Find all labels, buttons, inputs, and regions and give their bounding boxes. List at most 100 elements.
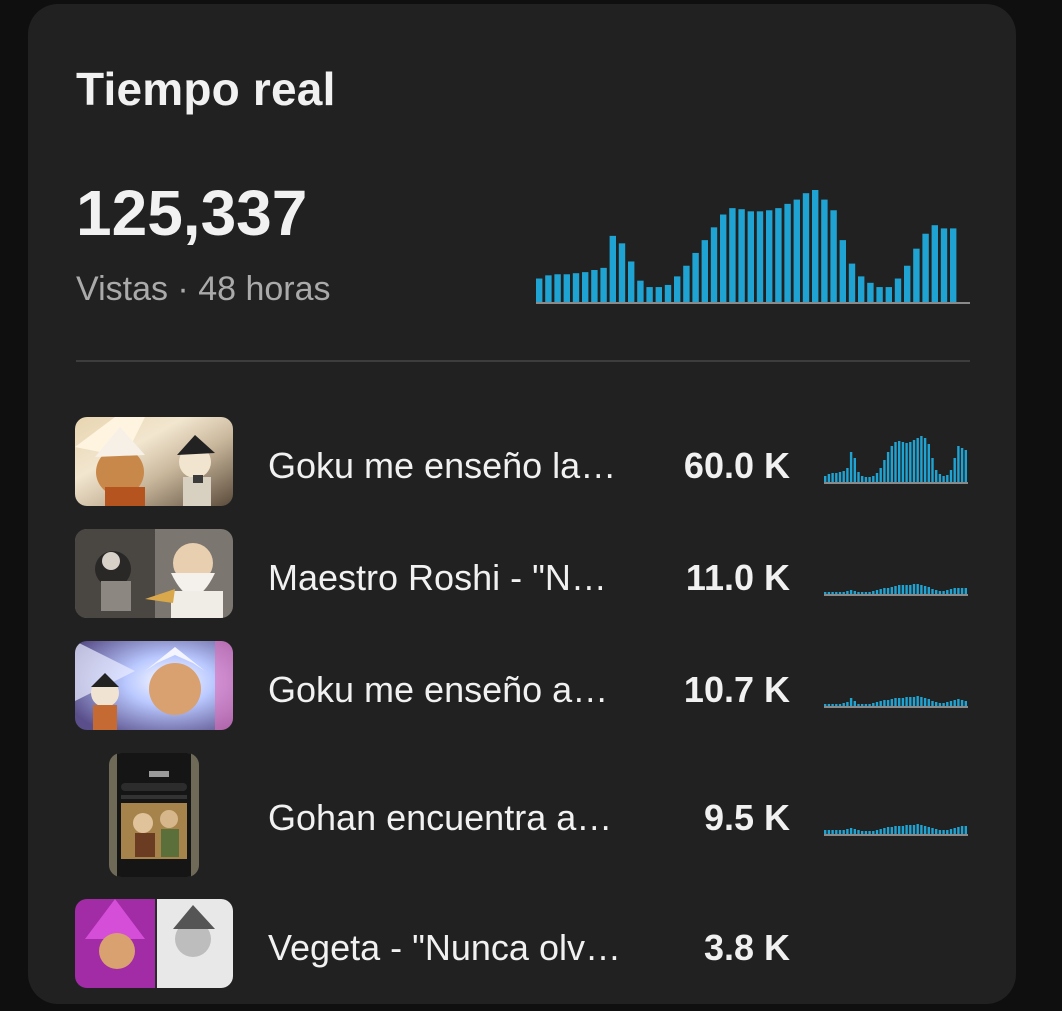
views-period-label: Vistas · 48 horas [76,270,331,308]
sparkline-bar [842,471,845,482]
realtime-card[interactable]: Tiempo real 125,337 Vistas · 48 horas Go… [28,4,1016,1004]
chart-baseline [824,706,968,708]
sparkline-bar [957,827,960,834]
sparkline-bar [875,702,879,706]
chart-bar [674,276,681,302]
sparkline-bar [890,587,893,594]
goku-ultra-instinct-thumbnail-icon [75,417,233,506]
sparkline-bar [883,828,886,834]
video-row[interactable]: Gohan encuentra a… 9.5 K [28,753,1016,883]
video-row[interactable]: Goku me enseño la… 60.0 K [28,417,1016,529]
video-thumbnail[interactable] [109,753,199,877]
chart-bar [922,233,929,302]
chart-bar [655,287,662,302]
chart-bar [683,265,690,302]
chart-bar [931,225,938,302]
sparkline-bar [923,586,927,594]
video-views-sparkline [824,824,968,836]
video-thumbnail[interactable] [75,417,233,506]
video-title[interactable]: Goku me enseño a… [268,669,608,711]
sparkline-bar [946,590,949,594]
sparkline-bar [905,585,908,594]
video-title[interactable]: Goku me enseño la… [268,445,616,487]
sparkline-bar [872,703,875,706]
sparkline-bar [838,830,842,834]
sparkline-bar [831,473,834,482]
sparkline-bar [953,700,956,706]
sparkline-bar [898,826,901,834]
video-title[interactable]: Vegeta - "Nunca olv… [268,927,621,969]
video-thumbnail[interactable] [75,529,233,618]
sparkline-bar [927,587,930,594]
sparkline-bar [912,440,916,482]
chart-bar [793,199,800,302]
chart-bar [839,240,846,302]
sparkline-bar [824,704,827,706]
chart-bar [830,210,837,302]
sparkline-bar [960,700,964,706]
chart-bar [775,208,782,302]
sparkline-bar [960,448,964,482]
sparkline-bar [864,592,868,594]
video-title[interactable]: Maestro Roshi - "N… [268,557,607,599]
sparkline-bar [916,696,919,706]
video-row[interactable]: Maestro Roshi - "N… 11.0 K [28,529,1016,641]
sparkline-bar [861,592,864,594]
sparkline-bar [879,468,882,482]
sparkline-bar [912,825,916,834]
sparkline-bar [942,830,945,834]
sparkline-bar [842,830,845,834]
video-row[interactable]: Goku me enseño a… 10.7 K [28,641,1016,753]
chart-bar [738,209,745,302]
sparkline-bar [923,826,927,834]
sparkline-bar [868,831,871,834]
chart-bar [554,274,561,302]
sparkline-bar [935,829,938,834]
video-views-sparkline [824,584,968,596]
sparkline-bar [905,825,908,834]
sparkline-bar [916,438,919,482]
sparkline-bar [901,698,905,706]
sparkline-bar [931,701,934,706]
sparkline-bar [846,702,849,706]
video-thumbnail[interactable] [75,641,233,730]
sparkline-bar [923,698,927,706]
master-roshi-thumbnail-icon [75,529,233,618]
sparkline-bar [890,446,893,482]
sparkline-bar [938,591,942,594]
sparkline-bar [886,700,890,706]
sparkline-bar [949,701,953,706]
chart-bar [664,284,672,302]
sparkline-bar [831,592,834,594]
sparkline-bar [927,827,930,834]
sparkline-bar [898,698,901,706]
sparkline-bar [853,591,856,594]
sparkline-bar [909,442,912,482]
sparkline-bar [875,590,879,594]
sparkline-bar [938,703,942,706]
sparkline-bar [824,592,827,594]
sparkline-bar [846,591,849,594]
video-views: 9.5 K [703,797,790,838]
sparkline-bar [894,698,897,706]
chart-bar [545,275,552,302]
chart-bar [701,240,708,302]
chart-bar [646,287,653,302]
video-views-sparkline [824,696,968,708]
sparkline-bar [890,827,893,834]
sparkline-bar [879,701,882,706]
vegeta-thumbnail-icon [75,899,233,988]
sparkline-bar [946,475,949,482]
video-thumbnail[interactable] [75,899,233,988]
total-views-count: 125,337 [76,177,308,249]
video-title[interactable]: Gohan encuentra a… [268,797,612,839]
sparkline-bar [938,830,942,834]
chart-baseline [536,302,970,304]
chart-bar [858,276,865,302]
sparkline-bar [905,697,908,706]
sparkline-bar [883,460,886,482]
video-row[interactable]: Vegeta - "Nunca olv… 3.8 K [28,899,1016,1011]
sparkline-bar [890,699,893,706]
goku-glow-thumbnail-icon [75,641,233,730]
sparkline-bar [964,450,967,482]
